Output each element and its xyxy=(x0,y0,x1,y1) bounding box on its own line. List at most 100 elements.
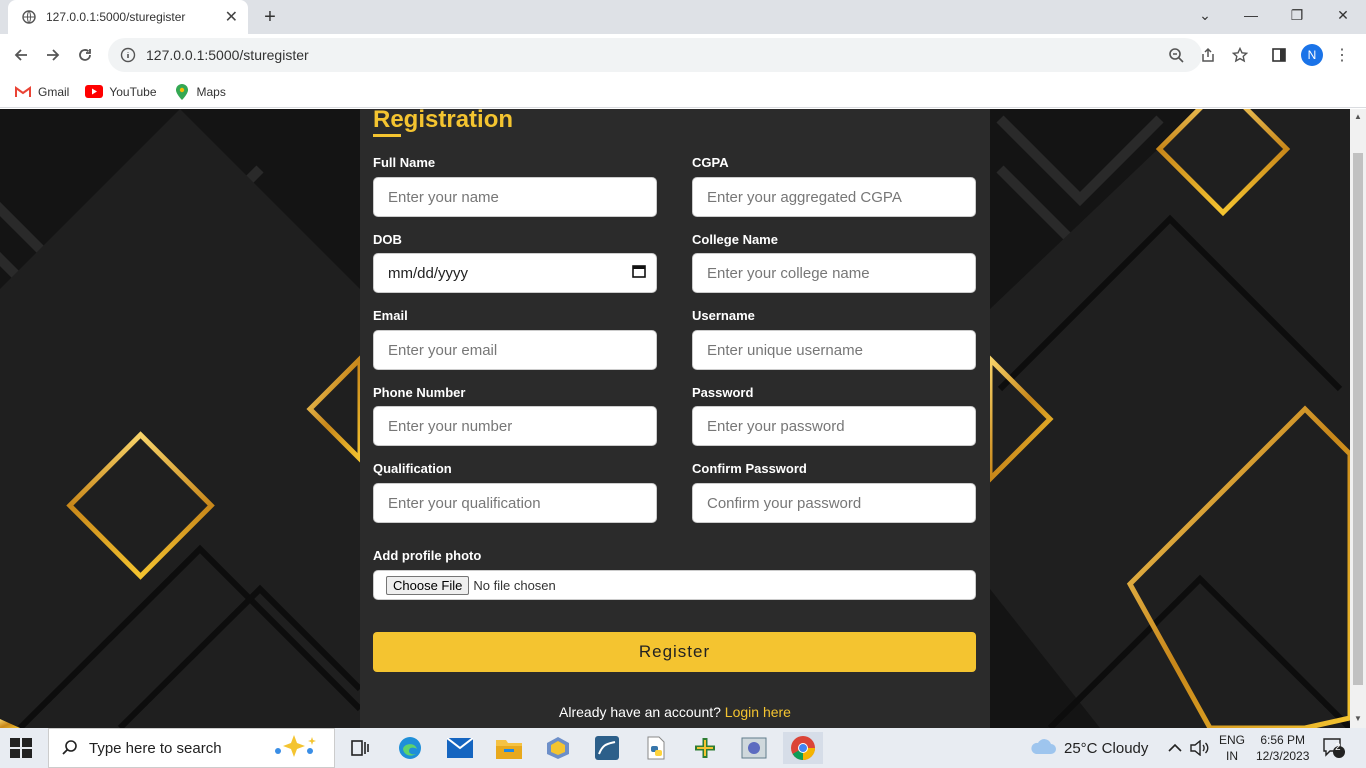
clock-date: 12/3/2023 xyxy=(1256,749,1310,763)
browser-tab[interactable]: 127.0.0.1:5000/sturegister ✕ xyxy=(8,0,248,34)
app-icon[interactable] xyxy=(685,732,725,764)
reload-icon[interactable] xyxy=(70,40,100,70)
new-tab-button[interactable]: + xyxy=(258,5,282,29)
page-title: Registration xyxy=(373,109,514,133)
file-explorer-icon[interactable] xyxy=(489,732,529,764)
username-input[interactable]: Enter unique username xyxy=(692,330,976,370)
full-name-input[interactable]: Enter your name xyxy=(373,177,657,217)
forward-icon[interactable] xyxy=(38,40,68,70)
password-label: Password xyxy=(692,385,754,400)
region-code: IN xyxy=(1226,749,1238,763)
chrome-icon[interactable] xyxy=(783,732,823,764)
bookmark-youtube[interactable]: YouTube xyxy=(85,84,157,99)
bookmark-label: Maps xyxy=(196,84,226,99)
notification-count: 2 xyxy=(1335,742,1341,753)
side-panel-icon[interactable] xyxy=(1268,44,1290,66)
full-name-label: Full Name xyxy=(373,155,436,170)
edge-icon[interactable] xyxy=(390,732,430,764)
tab-search-icon[interactable]: ⌄ xyxy=(1182,0,1228,30)
site-info-icon[interactable] xyxy=(120,47,136,63)
notification-icon[interactable]: 2 xyxy=(1323,728,1345,768)
close-tab-icon[interactable]: ✕ xyxy=(225,7,238,27)
clock-time: 6:56 PM xyxy=(1260,733,1306,747)
mysql-workbench-icon[interactable] xyxy=(587,732,627,764)
search-highlight-icon xyxy=(270,733,320,763)
windows-taskbar: Type here to search 25°C Cloudy ENG IN 6… xyxy=(0,728,1366,768)
gmail-icon xyxy=(14,85,32,99)
scroll-down-icon[interactable]: ▼ xyxy=(1354,714,1362,723)
close-window-button[interactable]: ✕ xyxy=(1320,0,1366,30)
bookmark-gmail[interactable]: Gmail xyxy=(14,85,69,99)
browser-toolbar: 127.0.0.1:5000/sturegister N ⋮ xyxy=(0,34,1366,76)
tab-strip: 127.0.0.1:5000/sturegister ✕ + ⌄ — ❐ ✕ xyxy=(0,0,1366,34)
bookmark-label: Gmail xyxy=(38,84,70,99)
page-viewport: Registration Full Name Enter your name C… xyxy=(0,109,1350,728)
restore-button[interactable]: ❐ xyxy=(1274,0,1320,30)
calendar-icon[interactable] xyxy=(632,264,646,282)
windows-start-icon[interactable] xyxy=(10,738,32,758)
username-label: Username xyxy=(692,308,755,323)
mail-icon[interactable] xyxy=(440,732,480,764)
password-input[interactable]: Enter your password xyxy=(692,406,976,446)
minimize-button[interactable]: — xyxy=(1228,0,1274,30)
bookmark-maps[interactable]: Maps xyxy=(173,83,226,100)
language-indicator[interactable]: ENG IN xyxy=(1219,728,1245,768)
register-button[interactable]: Register xyxy=(373,632,976,672)
tab-title: 127.0.0.1:5000/sturegister xyxy=(46,10,186,24)
email-label: Email xyxy=(373,308,408,323)
dob-label: DOB xyxy=(373,232,402,247)
language-code: ENG xyxy=(1219,733,1246,747)
menu-kebab-icon[interactable]: ⋮ xyxy=(1331,44,1353,66)
zoom-icon[interactable] xyxy=(1165,44,1187,66)
bookmark-label: YouTube xyxy=(109,84,157,99)
maps-pin-icon xyxy=(173,83,191,100)
cgpa-label: CGPA xyxy=(692,155,729,170)
file-status: No file chosen xyxy=(473,577,556,593)
weather-widget[interactable]: 25°C Cloudy xyxy=(1030,728,1148,768)
search-placeholder: Type here to search xyxy=(89,739,222,757)
profile-avatar[interactable]: N xyxy=(1301,44,1323,66)
scroll-up-icon[interactable]: ▲ xyxy=(1354,112,1362,121)
email-input[interactable]: Enter your email xyxy=(373,330,657,370)
globe-icon xyxy=(22,10,36,24)
address-bar[interactable]: 127.0.0.1:5000/sturegister xyxy=(108,38,1202,72)
registration-card: Registration Full Name Enter your name C… xyxy=(360,109,990,728)
back-icon[interactable] xyxy=(6,40,36,70)
weather-text: 25°C Cloudy xyxy=(1064,739,1149,757)
task-view-icon[interactable] xyxy=(340,732,380,764)
youtube-icon xyxy=(85,85,104,99)
confirm-password-input[interactable]: Confirm your password xyxy=(692,483,976,523)
virtualbox-icon[interactable] xyxy=(538,732,578,764)
chevron-up-icon[interactable] xyxy=(1168,728,1182,768)
scrollbar-thumb[interactable] xyxy=(1353,153,1363,685)
url-text: 127.0.0.1:5000/sturegister xyxy=(146,47,309,63)
cgpa-input[interactable]: Enter your aggregated CGPA xyxy=(692,177,976,217)
speaker-icon[interactable] xyxy=(1190,728,1210,768)
phone-label: Phone Number xyxy=(373,385,466,400)
bookmark-star-icon[interactable] xyxy=(1229,44,1251,66)
college-input[interactable]: Enter your college name xyxy=(692,253,976,293)
choose-file-button[interactable]: Choose File xyxy=(386,575,470,595)
clock[interactable]: 6:56 PM 12/3/2023 xyxy=(1256,728,1309,768)
qualification-label: Qualification xyxy=(373,461,452,476)
phone-input[interactable]: Enter your number xyxy=(373,406,657,446)
dob-input[interactable]: mm/dd/yyyy xyxy=(373,253,657,293)
college-label: College Name xyxy=(692,232,778,247)
search-icon xyxy=(61,739,79,757)
profile-photo-input[interactable]: Choose File No file chosen xyxy=(373,570,976,600)
python-file-icon[interactable] xyxy=(636,732,676,764)
share-icon[interactable] xyxy=(1197,44,1219,66)
cloud-icon xyxy=(1030,737,1056,759)
vertical-scrollbar[interactable]: ▲ ▼ xyxy=(1350,109,1366,728)
profile-photo-label: Add profile photo xyxy=(373,548,482,563)
dob-value: mm/dd/yyyy xyxy=(388,264,469,282)
photos-icon[interactable] xyxy=(734,732,774,764)
login-prompt-text: Already have an account? xyxy=(559,704,721,720)
bookmarks-bar: Gmail YouTube Maps xyxy=(0,76,1366,108)
title-underline xyxy=(373,134,401,137)
login-link[interactable]: Login here xyxy=(725,704,791,720)
qualification-input[interactable]: Enter your qualification xyxy=(373,483,657,523)
confirm-password-label: Confirm Password xyxy=(692,461,807,476)
taskbar-search-box[interactable]: Type here to search xyxy=(48,728,335,768)
login-prompt: Already have an account? Login here xyxy=(360,704,990,720)
